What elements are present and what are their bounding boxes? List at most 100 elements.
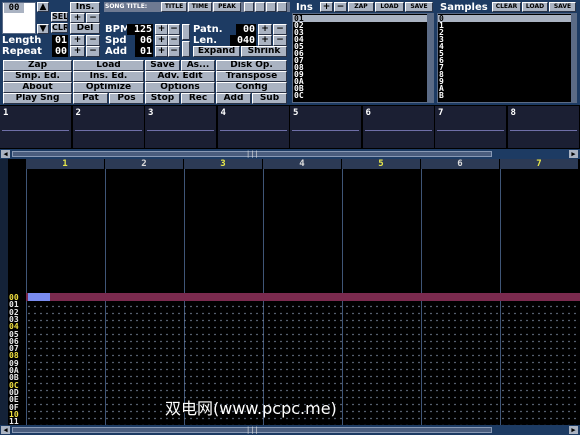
samples-save-button[interactable]: SAVE bbox=[549, 2, 576, 12]
ins-save-button[interactable]: SAVE bbox=[405, 2, 433, 12]
title-option-button-1[interactable] bbox=[244, 2, 254, 12]
instrument-number: 00 bbox=[4, 3, 24, 13]
spd-minus-button[interactable]: − bbox=[168, 35, 180, 46]
disk-op-button[interactable]: Disk Op. bbox=[216, 60, 287, 71]
patn-label: Patn. bbox=[193, 24, 223, 35]
scroll-left-button[interactable]: ◀ bbox=[1, 150, 10, 158]
load-button[interactable]: Load bbox=[73, 60, 144, 71]
ins-zap-button[interactable]: ZAP bbox=[348, 2, 374, 12]
time-button[interactable]: TIME bbox=[188, 2, 212, 12]
ins-list-scrollbar[interactable] bbox=[427, 14, 433, 102]
len-minus-button[interactable]: − bbox=[273, 35, 287, 46]
instrument-editor-button[interactable]: Ins. Ed. bbox=[73, 71, 144, 82]
bpm-plus-button[interactable]: + bbox=[155, 24, 168, 35]
channel-header[interactable]: 6 bbox=[421, 159, 500, 169]
samples-list-scrollbar[interactable] bbox=[571, 14, 576, 102]
add-position-button[interactable]: Add bbox=[216, 93, 251, 104]
samples-clear-button[interactable]: CLEAR bbox=[492, 2, 521, 12]
channel-scope[interactable]: 8 bbox=[507, 106, 580, 148]
sample-editor-button[interactable]: Smp. Ed. bbox=[3, 71, 72, 82]
add-plus-button[interactable]: + bbox=[155, 46, 168, 57]
channel-header[interactable]: 1 bbox=[26, 159, 105, 169]
scroll-right-button[interactable]: ▶ bbox=[569, 150, 578, 158]
sub-position-button[interactable]: Sub bbox=[252, 93, 287, 104]
save-as-button[interactable]: As... bbox=[181, 60, 215, 71]
save-button[interactable]: Save bbox=[145, 60, 180, 71]
del-button[interactable]: Del bbox=[70, 23, 100, 34]
options-button[interactable]: Options bbox=[145, 82, 215, 93]
length-minus-button[interactable]: − bbox=[86, 35, 100, 46]
samples-list[interactable]: 0123456789AB bbox=[437, 13, 577, 103]
song-side-button-1[interactable] bbox=[182, 24, 190, 40]
about-button[interactable]: About bbox=[3, 82, 72, 93]
song-side-button-2[interactable] bbox=[182, 41, 190, 57]
channel-header[interactable]: 5 bbox=[342, 159, 421, 169]
play-pattern-button[interactable]: Pat bbox=[73, 93, 108, 104]
stop-button[interactable]: Stop bbox=[145, 93, 180, 104]
len-label: Len. bbox=[193, 35, 218, 46]
channel-header[interactable]: 4 bbox=[263, 159, 342, 169]
config-button[interactable]: Config bbox=[216, 82, 287, 93]
instrument-scroll-down-button[interactable]: ▼ bbox=[37, 24, 49, 34]
title-option-button-4[interactable] bbox=[277, 2, 287, 12]
position-button[interactable]: Pos bbox=[109, 93, 144, 104]
title-option-button-2[interactable] bbox=[255, 2, 265, 12]
transpose-button[interactable]: Transpose bbox=[216, 71, 287, 82]
channel-scope[interactable]: 2 bbox=[72, 106, 145, 148]
ins-list-plus-button[interactable]: + bbox=[320, 2, 333, 12]
channel-scope[interactable]: 7 bbox=[435, 106, 507, 148]
patn-plus-button[interactable]: + bbox=[258, 24, 272, 35]
spd-label: Spd bbox=[105, 35, 127, 46]
advanced-edit-button[interactable]: Adv. Edit bbox=[145, 71, 215, 82]
record-button[interactable]: Rec bbox=[181, 93, 215, 104]
shrink-button[interactable]: Shrink bbox=[241, 46, 287, 57]
repeat-plus-button[interactable]: + bbox=[70, 46, 85, 57]
instrument-list[interactable]: 01 02 03 04 05 06 07 08 09 0A 0B 0C bbox=[292, 13, 434, 103]
length-plus-button[interactable]: + bbox=[70, 35, 85, 46]
ins-minus-button[interactable]: − bbox=[86, 13, 100, 23]
bottom-scrollbar[interactable]: ◀ ||| ▶ bbox=[0, 425, 580, 435]
channel-scope[interactable]: 1 bbox=[0, 106, 72, 148]
zap-button[interactable]: Zap bbox=[3, 60, 72, 71]
repeat-label: Repeat bbox=[2, 46, 42, 57]
repeat-minus-button[interactable]: − bbox=[86, 46, 100, 57]
ins-plus-button[interactable]: + bbox=[70, 13, 85, 23]
horizontal-scrollbar[interactable]: ◀ ||| ▶ bbox=[0, 149, 580, 159]
patn-minus-button[interactable]: − bbox=[273, 24, 287, 35]
sample-list-item[interactable]: B bbox=[439, 92, 444, 100]
expand-button[interactable]: Expand bbox=[193, 46, 240, 57]
clr-button[interactable]: CLR bbox=[51, 23, 68, 33]
ins-button[interactable]: Ins. bbox=[70, 2, 100, 13]
instrument-scroll-up-button[interactable]: ▲ bbox=[37, 2, 49, 12]
play-song-button[interactable]: Play Sng bbox=[3, 93, 72, 104]
title-button[interactable]: TITLE bbox=[161, 2, 187, 12]
optimize-button[interactable]: Optimize bbox=[73, 82, 144, 93]
instrument-list-item[interactable]: 0C bbox=[294, 92, 304, 100]
spd-plus-button[interactable]: + bbox=[155, 35, 168, 46]
channel-header[interactable]: 3 bbox=[184, 159, 263, 169]
channel-header[interactable]: 7 bbox=[500, 159, 579, 169]
bottom-scroll-grip-icon: ||| bbox=[246, 426, 259, 434]
bottom-scroll-right-button[interactable]: ▶ bbox=[569, 426, 578, 434]
instrument-number-display[interactable]: 00 bbox=[2, 2, 36, 34]
samples-list-selection bbox=[438, 15, 576, 22]
channel-scope[interactable]: 5 bbox=[290, 106, 362, 148]
samples-load-button[interactable]: LOAD bbox=[522, 2, 548, 12]
channel-header[interactable]: 2 bbox=[105, 159, 184, 169]
peak-button[interactable]: PEAK bbox=[213, 2, 241, 12]
channel-scope[interactable]: 4 bbox=[217, 106, 290, 148]
scope-waveform bbox=[2, 130, 69, 131]
sel-button[interactable]: SEL bbox=[51, 12, 68, 22]
len-plus-button[interactable]: + bbox=[258, 35, 272, 46]
edit-cursor[interactable] bbox=[28, 293, 50, 301]
ins-list-minus-button[interactable]: − bbox=[334, 2, 347, 12]
add-minus-button[interactable]: − bbox=[168, 46, 180, 57]
ins-load-button[interactable]: LOAD bbox=[375, 2, 404, 12]
scroll-grip-icon: ||| bbox=[246, 150, 259, 158]
channel-scope[interactable]: 3 bbox=[145, 106, 217, 148]
scope-number: 5 bbox=[293, 108, 299, 118]
title-option-button-3[interactable] bbox=[266, 2, 276, 12]
channel-scope[interactable]: 6 bbox=[362, 106, 435, 148]
bottom-scroll-left-button[interactable]: ◀ bbox=[1, 426, 10, 434]
bpm-minus-button[interactable]: − bbox=[168, 24, 180, 35]
